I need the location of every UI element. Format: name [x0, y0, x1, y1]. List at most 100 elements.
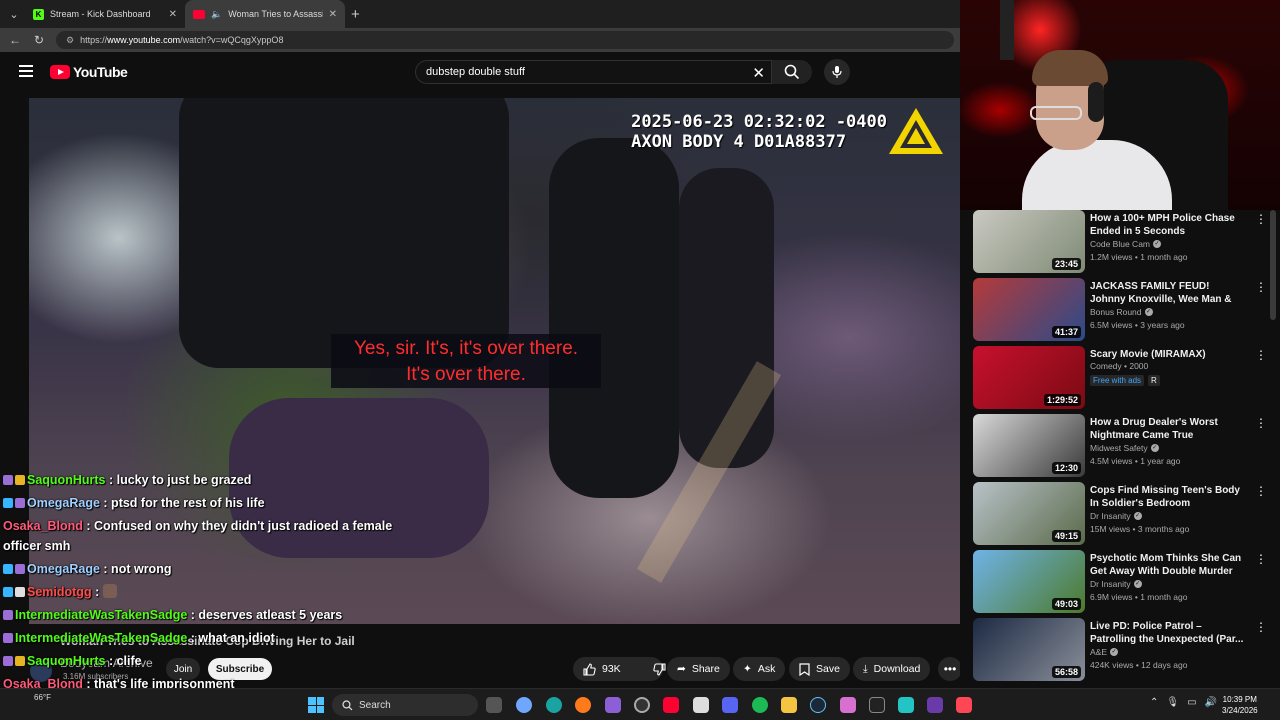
video-title[interactable]: JACKASS FAMILY FEUD! Johnny Knoxville, W…	[1090, 280, 1245, 306]
obs-icon[interactable]	[634, 697, 650, 713]
video-thumbnail[interactable]: 56:58	[973, 618, 1085, 681]
fx-app-icon[interactable]	[927, 697, 943, 713]
chat-username[interactable]: IntermediateWasTakenSadge	[15, 631, 187, 645]
speaker-icon[interactable]: 🔈	[211, 9, 222, 20]
tab-label: Woman Tries to Assassinate C	[228, 9, 323, 19]
tab-youtube-video[interactable]: 🔈 Woman Tries to Assassinate C ✕	[185, 0, 345, 28]
recommended-video[interactable]: 56:58 Live PD: Police Patrol – Patrolling…	[973, 618, 1273, 682]
chat-username[interactable]: IntermediateWasTakenSadge	[15, 608, 187, 622]
video-thumbnail[interactable]: 49:03	[973, 550, 1085, 613]
video-thumbnail[interactable]: 12:30	[973, 414, 1085, 477]
chat-username[interactable]: OmegaRage	[27, 496, 100, 510]
edge-browser-icon[interactable]	[546, 697, 562, 713]
volume-icon[interactable]: 🔊	[1205, 697, 1217, 708]
video-channel[interactable]: Code Blue Cam ✓	[1090, 239, 1162, 249]
video-title[interactable]: How a Drug Dealer's Worst Nightmare Came…	[1090, 416, 1245, 442]
video-title[interactable]: Scary Movie (MIRAMAX)	[1090, 348, 1245, 361]
chevron-up-icon[interactable]: ⌃	[1150, 697, 1158, 708]
recommended-video[interactable]: 23:45 How a 100+ MPH Police Chase Ended i…	[973, 210, 1273, 274]
chat-username[interactable]: Osaka_Blond	[3, 519, 83, 533]
video-title[interactable]: Cops Find Missing Teen's Body In Soldier…	[1090, 484, 1245, 510]
close-icon[interactable]: ✕	[169, 9, 177, 20]
share-arrow-icon: ➦	[677, 663, 686, 675]
twitch-app-icon[interactable]	[605, 697, 621, 713]
app-teal-icon[interactable]	[898, 697, 914, 713]
video-title[interactable]: Psychotic Mom Thinks She Can Get Away Wi…	[1090, 552, 1245, 578]
taskbar-search-box[interactable]: Search	[332, 694, 478, 716]
photos-icon[interactable]	[840, 697, 856, 713]
clear-search-icon[interactable]: ✕	[752, 64, 765, 82]
chat-username[interactable]: OmegaRage	[27, 562, 100, 576]
more-actions-icon[interactable]: •••	[938, 657, 962, 681]
stream-chat-overlay: SaquonHurts : lucky to just be grazed Ome…	[3, 470, 423, 720]
recommended-video[interactable]: 41:37 JACKASS FAMILY FEUD! Johnny Knoxvil…	[973, 278, 1273, 342]
more-options-icon[interactable]: ⋮	[1255, 552, 1267, 566]
steam-icon[interactable]	[810, 697, 826, 713]
video-title[interactable]: How a 100+ MPH Police Chase Ended in 5 S…	[1090, 212, 1245, 238]
file-explorer-icon[interactable]	[486, 697, 502, 713]
recommended-video[interactable]: 1:29:52 Scary Movie (MIRAMAX)Comedy • 200…	[973, 346, 1273, 410]
video-subtitle: Yes, sir. It's, it's over there. It's ov…	[331, 334, 601, 388]
clock[interactable]: 10:39 PM 3/24/2026	[1222, 694, 1258, 716]
search-input[interactable]: dubstep double stuff ✕	[415, 60, 772, 84]
video-channel[interactable]: Comedy • 2000	[1090, 361, 1148, 371]
close-icon[interactable]: ✕	[329, 9, 337, 20]
windows-taskbar: 66°F Search ⌃ 🎙 ▭ 🔊 10:39 PM 3/24/2026	[0, 688, 1280, 720]
share-button[interactable]: ➦ Share	[667, 657, 730, 681]
video-channel[interactable]: Midwest Safety ✓	[1090, 443, 1159, 453]
search-button[interactable]	[772, 60, 812, 84]
download-button[interactable]: ⤓ Download	[853, 657, 931, 681]
chat-badge-icon	[3, 633, 13, 643]
video-channel[interactable]: Bonus Round ✓	[1090, 307, 1153, 317]
recommended-video[interactable]: 49:03 Psychotic Mom Thinks She Can Get Aw…	[973, 550, 1273, 614]
video-thumbnail[interactable]: 23:45	[973, 210, 1085, 273]
video-thumbnail[interactable]: 49:15	[973, 482, 1085, 545]
more-options-icon[interactable]: ⋮	[1255, 280, 1267, 294]
video-channel[interactable]: A&E ✓	[1090, 647, 1119, 657]
chat-username[interactable]: SaquonHurts	[27, 473, 105, 487]
more-options-icon[interactable]: ⋮	[1255, 416, 1267, 430]
video-thumbnail[interactable]: 1:29:52	[973, 346, 1085, 409]
youtube-logo[interactable]: YouTube	[50, 64, 128, 80]
site-info-icon[interactable]: ⚙	[66, 35, 74, 46]
spotify-icon[interactable]	[752, 697, 768, 713]
folder-icon[interactable]	[781, 697, 797, 713]
menu-hamburger-icon[interactable]	[19, 65, 33, 77]
video-thumbnail[interactable]: 41:37	[973, 278, 1085, 341]
chat-message: Semidotgg :	[3, 582, 423, 602]
video-officer-figure	[549, 138, 679, 498]
video-channel[interactable]: Dr Insanity ✓	[1090, 579, 1142, 589]
video-channel[interactable]: Dr Insanity ✓	[1090, 511, 1142, 521]
like-button[interactable]: 93K	[573, 657, 631, 681]
discord-icon[interactable]	[722, 697, 738, 713]
video-duration: 1:29:52	[1043, 394, 1081, 406]
firefox-icon[interactable]	[575, 697, 591, 713]
tab-kick-dashboard[interactable]: K Stream - Kick Dashboard ✕	[25, 0, 185, 28]
voice-search-button[interactable]	[824, 59, 850, 85]
recommended-video[interactable]: 12:30 How a Drug Dealer's Worst Nightmare…	[973, 414, 1273, 478]
windows-start-icon[interactable]	[308, 697, 324, 713]
recommended-video[interactable]: 49:15 Cops Find Missing Teen's Body In So…	[973, 482, 1273, 546]
save-button[interactable]: Save	[789, 657, 850, 681]
music-icon[interactable]	[693, 697, 709, 713]
ask-button[interactable]: ✦ Ask	[733, 657, 786, 681]
tab-list-button[interactable]: ⌄	[3, 3, 25, 25]
youtube-app-icon[interactable]	[663, 697, 679, 713]
valorant-icon[interactable]	[956, 697, 972, 713]
weather-widget[interactable]: 66°F	[34, 693, 51, 703]
new-tab-plus-icon[interactable]: +	[351, 6, 360, 23]
video-title[interactable]: Live PD: Police Patrol – Patrolling the …	[1090, 620, 1245, 646]
more-options-icon[interactable]: ⋮	[1255, 484, 1267, 498]
microphone-tray-icon[interactable]: 🎙	[1166, 697, 1179, 708]
back-arrow-icon[interactable]: ←	[8, 33, 22, 47]
chat-username[interactable]: SaquonHurts	[27, 654, 105, 668]
network-icon[interactable]: ▭	[1187, 697, 1196, 708]
more-options-icon[interactable]: ⋮	[1255, 348, 1267, 362]
chat-username[interactable]: Semidotgg	[27, 585, 92, 599]
copilot-icon[interactable]	[516, 697, 532, 713]
url-field[interactable]: ⚙ https://www.youtube.com/watch?v=wQCqgX…	[56, 31, 954, 49]
controller-icon[interactable]	[869, 697, 885, 713]
reload-icon[interactable]: ↻	[32, 33, 46, 47]
more-options-icon[interactable]: ⋮	[1255, 212, 1267, 226]
more-options-icon[interactable]: ⋮	[1255, 620, 1267, 634]
